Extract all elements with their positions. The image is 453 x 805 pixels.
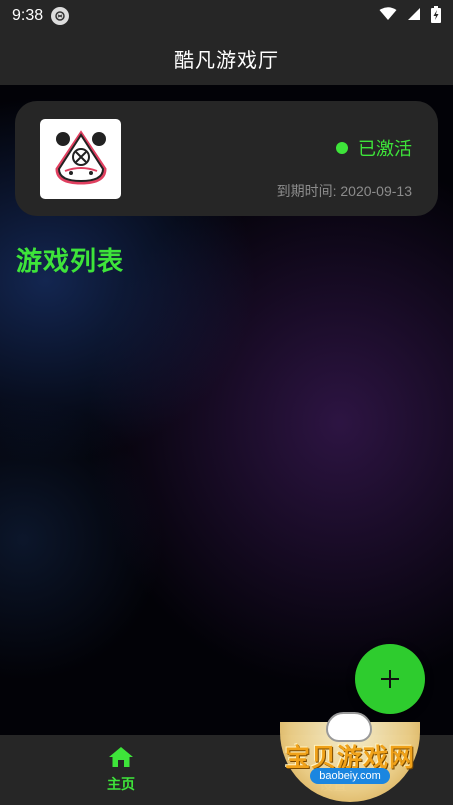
nav-item-settings[interactable]: 设置	[292, 735, 374, 805]
expire-date: 到期时间: 2020-09-13	[276, 183, 412, 199]
status-bar: 9:38	[0, 0, 453, 32]
status-badge: 已激活	[358, 139, 412, 160]
battery-charging-icon	[431, 5, 441, 27]
app-title-bar: 酷凡游戏厅	[0, 32, 453, 85]
home-icon	[109, 747, 133, 767]
main-content: 已激活 到期时间: 2020-09-13 游戏列表	[0, 85, 453, 735]
games-section-title: 游戏列表	[16, 247, 125, 277]
activation-status: 已激活	[336, 135, 412, 161]
signal-icon	[407, 7, 421, 25]
license-card: 已激活 到期时间: 2020-09-13	[15, 101, 438, 216]
status-dot-icon	[336, 142, 348, 154]
status-time: 9:38	[12, 7, 44, 24]
app-logo	[40, 119, 121, 199]
add-game-button[interactable]	[355, 644, 425, 714]
nav-item-home[interactable]: 主页	[80, 735, 162, 805]
page-title: 酷凡游戏厅	[174, 48, 279, 72]
nav-item-label: 设置	[319, 778, 347, 794]
app-notification-icon	[51, 7, 70, 25]
plus-icon	[381, 670, 399, 688]
status-icons	[379, 5, 441, 27]
nav-item-label: 主页	[107, 777, 135, 793]
panda-gamepad-logo	[54, 130, 107, 185]
bottom-nav: 主页 设置	[0, 735, 453, 805]
wifi-icon	[379, 7, 397, 25]
